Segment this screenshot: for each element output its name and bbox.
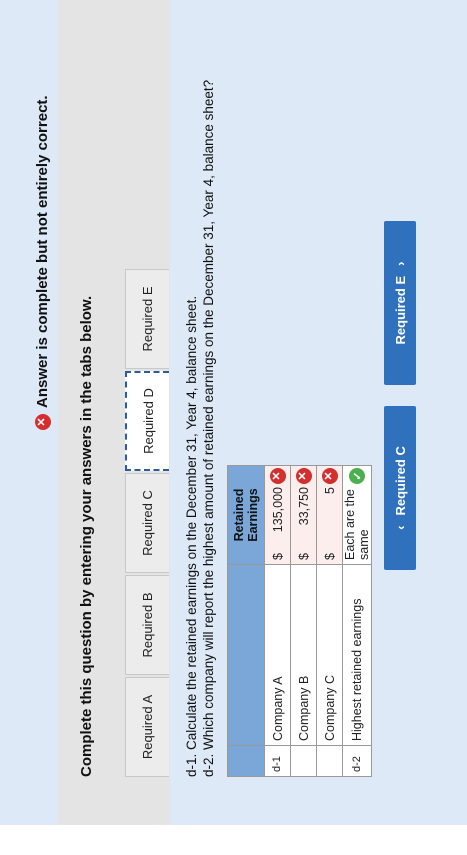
question-d1: d-1. Calculate the retained earnings on … <box>184 295 199 777</box>
question-d2: d-2. Which company will report the highe… <box>201 79 216 777</box>
answer-cell[interactable]: Each are the same ✓ <box>342 465 372 565</box>
answer-table: Retained Earnings d-1 Company A $ 135,00… <box>227 465 372 777</box>
header-blank-id <box>227 745 265 777</box>
header-blank-name <box>227 564 265 746</box>
tab-required-b[interactable]: Required B <box>125 575 169 675</box>
table-row: d-1 Company A $ 135,000 ✕ <box>264 465 291 777</box>
table-row: d-2 Highest retained earnings Each are t… <box>342 465 372 777</box>
incorrect-x-icon: ✕ <box>269 468 286 484</box>
currency-symbol: $ <box>270 553 285 560</box>
answer-value: Each are the same <box>343 489 371 560</box>
answer-cell[interactable]: $ 135,000 ✕ <box>264 465 291 565</box>
prev-button-label: Required C <box>392 446 408 516</box>
answer-select[interactable]: Each are the same ✓ <box>343 466 371 564</box>
answer-cell[interactable]: $ 5 ✕ <box>316 465 343 565</box>
row-id <box>316 745 343 777</box>
row-label: Company A <box>264 564 291 746</box>
currency-symbol: $ <box>322 553 337 560</box>
answer-cell[interactable]: $ 33,750 ✕ <box>290 465 317 565</box>
table-header-row: Retained Earnings <box>227 465 265 777</box>
chevron-left-icon: ‹ <box>392 525 408 530</box>
incorrect-x-icon: ✕ <box>321 468 338 484</box>
currency-symbol: $ <box>296 553 311 560</box>
next-button-label: Required E <box>392 275 408 345</box>
answer-value: 135,000 <box>270 487 285 533</box>
rotated-screen: ✕ Answer is complete but not entirely co… <box>0 0 467 855</box>
instructions-text: Complete this question by entering your … <box>78 295 95 777</box>
question-content: d-1. Calculate the retained earnings on … <box>170 0 467 825</box>
feedback-row: ✕ Answer is complete but not entirely co… <box>34 95 51 430</box>
tab-required-c[interactable]: Required C <box>125 473 169 573</box>
tab-bar: Required A Required B Required C Require… <box>125 267 169 777</box>
check-icon: ✓ <box>349 468 365 484</box>
row-id: d-2 <box>342 745 372 777</box>
chevron-right-icon: › <box>392 261 408 266</box>
row-label: Company C <box>316 564 343 746</box>
row-id: d-1 <box>264 745 291 777</box>
header-retained-earnings: Retained Earnings <box>227 465 265 565</box>
answer-input[interactable]: $ 33,750 ✕ <box>291 466 316 564</box>
answer-value: 33,750 <box>296 487 311 526</box>
tab-required-a[interactable]: Required A <box>125 677 169 777</box>
tab-required-d[interactable]: Required D <box>125 371 169 471</box>
next-required-e-button[interactable]: Required E › <box>384 221 416 385</box>
row-label: Highest retained earnings <box>342 564 372 746</box>
table-row: Company C $ 5 ✕ <box>316 465 343 777</box>
row-id <box>290 745 317 777</box>
feedback-banner: ✕ Answer is complete but not entirely co… <box>0 0 58 825</box>
answer-input[interactable]: $ 135,000 ✕ <box>265 466 290 564</box>
tabs-panel: Complete this question by entering your … <box>58 0 170 825</box>
error-x-icon: ✕ <box>34 414 51 430</box>
tab-required-e[interactable]: Required E <box>125 269 169 369</box>
answer-value: 5 <box>322 487 337 494</box>
row-label: Company B <box>290 564 317 746</box>
feedback-message: Answer is complete but not entirely corr… <box>34 95 51 408</box>
incorrect-x-icon: ✕ <box>295 468 312 484</box>
table-row: Company B $ 33,750 ✕ <box>290 465 317 777</box>
prev-required-c-button[interactable]: ‹ Required C <box>384 406 416 570</box>
answer-input[interactable]: $ 5 ✕ <box>317 466 342 564</box>
